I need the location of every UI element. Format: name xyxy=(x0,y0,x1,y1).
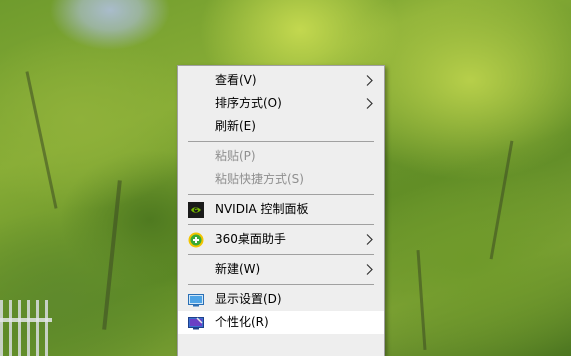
menu-item-label: 刷新(E) xyxy=(215,119,256,133)
nvidia-icon xyxy=(188,202,204,218)
menu-item-label: 显示设置(D) xyxy=(215,292,282,306)
menu-item-360-desktop-assistant[interactable]: 360桌面助手 xyxy=(180,228,382,251)
display-settings-icon xyxy=(188,292,204,308)
menu-item-label: 查看(V) xyxy=(215,73,257,87)
menu-separator xyxy=(188,284,374,285)
chevron-right-icon xyxy=(366,258,374,281)
menu-separator xyxy=(188,141,374,142)
menu-item-label: NVIDIA 控制面板 xyxy=(215,202,309,216)
menu-item-sort-by[interactable]: 排序方式(O) xyxy=(180,92,382,115)
menu-item-refresh[interactable]: 刷新(E) xyxy=(180,115,382,138)
desktop-background[interactable]: 查看(V) 排序方式(O) 刷新(E) 粘贴(P) 粘贴快捷方式(S) NVID… xyxy=(0,0,571,356)
menu-separator xyxy=(188,224,374,225)
menu-item-label: 个性化(R) xyxy=(215,315,269,329)
menu-item-view[interactable]: 查看(V) xyxy=(180,69,382,92)
tree-trunk xyxy=(102,180,122,330)
fence xyxy=(0,300,50,356)
360-desktop-assistant-icon xyxy=(188,232,204,248)
menu-item-label: 粘贴快捷方式(S) xyxy=(215,172,304,186)
menu-separator xyxy=(188,194,374,195)
tree-trunk xyxy=(489,140,514,260)
menu-item-display-settings[interactable]: 显示设置(D) xyxy=(180,288,382,311)
menu-item-label: 排序方式(O) xyxy=(215,96,282,110)
menu-separator xyxy=(188,254,374,255)
chevron-right-icon xyxy=(366,228,374,251)
tree-trunk xyxy=(416,250,427,350)
menu-item-paste-shortcut[interactable]: 粘贴快捷方式(S) xyxy=(180,168,382,191)
menu-item-personalize[interactable]: 个性化(R) xyxy=(178,311,384,334)
menu-item-label: 360桌面助手 xyxy=(215,232,286,246)
personalize-icon xyxy=(188,315,204,331)
desktop-context-menu: 查看(V) 排序方式(O) 刷新(E) 粘贴(P) 粘贴快捷方式(S) NVID… xyxy=(177,65,385,356)
tree-trunk xyxy=(25,71,58,209)
menu-item-label: 粘贴(P) xyxy=(215,149,256,163)
menu-item-new[interactable]: 新建(W) xyxy=(180,258,382,281)
chevron-right-icon xyxy=(366,92,374,115)
menu-item-label: 新建(W) xyxy=(215,262,261,276)
menu-item-nvidia-control-panel[interactable]: NVIDIA 控制面板 xyxy=(180,198,382,221)
chevron-right-icon xyxy=(366,69,374,92)
menu-item-paste[interactable]: 粘贴(P) xyxy=(180,145,382,168)
fence-rail xyxy=(0,318,52,322)
